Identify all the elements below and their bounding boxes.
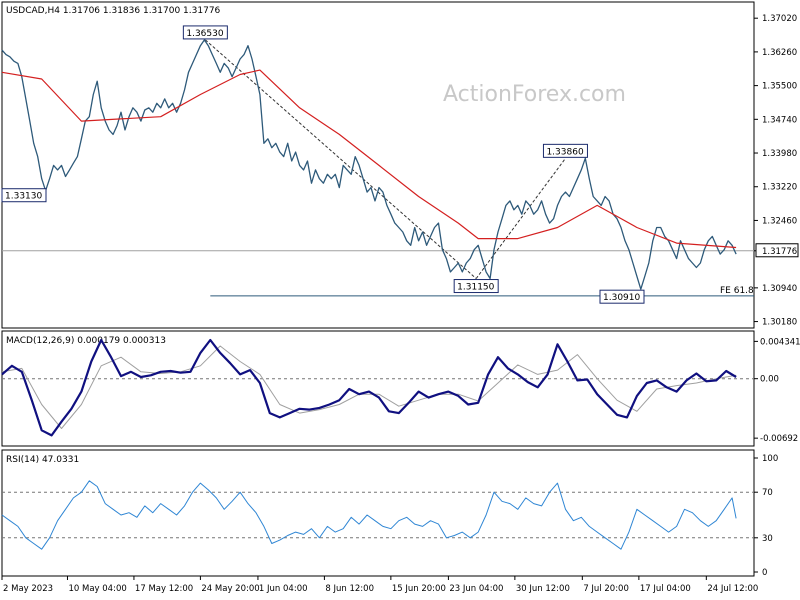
- xtick-label-8: 30 Jun 12:00: [516, 584, 570, 594]
- macd-ytick-label-2: -0.00692: [760, 434, 798, 444]
- xtick-label-4: 1 Jun 04:00: [259, 584, 308, 594]
- price-ytick-label-0: 1.37020: [762, 14, 797, 24]
- xtick-label-10: 17 Jul 04:00: [640, 584, 691, 594]
- annotation-label-4: 1.30910: [603, 293, 640, 303]
- price-ytick-label-8: 1.30940: [762, 284, 797, 294]
- annotation-label-2: 1.33860: [546, 147, 583, 157]
- symbol-title: USDCAD,H4 1.31706 1.31836 1.31700 1.3177…: [6, 6, 221, 16]
- xtick-label-3: 24 May 20:00: [201, 584, 259, 594]
- macd-ytick-label-0: 0.004341: [760, 337, 800, 347]
- xtick-label-11: 24 Jul 12:00: [707, 584, 758, 594]
- xtick-label-2: 17 May 12:00: [135, 584, 193, 594]
- annotation-label-3: 1.31150: [457, 283, 494, 293]
- xtick-label-0: 2 May 2023: [3, 584, 53, 594]
- xtick-label-9: 7 Jul 20:00: [583, 584, 629, 594]
- macd-ytick-label-1: 0.00: [760, 375, 779, 385]
- macd-title: MACD(12,26,9) 0.000179 0.000313: [6, 336, 166, 346]
- price-ytick-label-2: 1.35500: [762, 82, 797, 92]
- rsi-title: RSI(14) 47.0331: [6, 455, 79, 465]
- rsi-ytick-label-3: 0: [762, 568, 767, 578]
- xtick-label-5: 8 Jun 12:00: [325, 584, 374, 594]
- price-ytick-label-6: 1.32460: [762, 216, 797, 226]
- fe-label: FE 61.8: [720, 286, 754, 296]
- price-ytick-label-3: 1.34740: [762, 115, 797, 125]
- xtick-label-6: 15 Jun 20:00: [392, 584, 446, 594]
- rsi-ytick-label-0: 100: [762, 454, 778, 464]
- price-ytick-label-5: 1.33220: [762, 183, 797, 193]
- price-ytick-label-9: 1.30180: [762, 318, 797, 328]
- xtick-label-7: 23 Jun 04:00: [449, 584, 503, 594]
- price-ytick-label-4: 1.33980: [762, 149, 797, 159]
- annotation-label-0: 1.36530: [186, 29, 223, 39]
- x-axis: 2 May 2023 10 May 04:00 17 May 12:00 24 May…: [1, 576, 758, 594]
- rsi-ytick-label-2: 30: [762, 534, 773, 544]
- watermark: ActionForex.com: [443, 82, 626, 107]
- price-ytick-label-1: 1.36260: [762, 48, 797, 58]
- price-ytick-label-7: 1.31776: [762, 247, 797, 257]
- rsi-ytick-label-1: 70: [762, 488, 773, 498]
- xtick-label-1: 10 May 04:00: [68, 584, 126, 594]
- annotation-label-1: 1.33130: [5, 192, 42, 202]
- forex-chart: ActionForex.com USDCAD,H4 1.31706 1.3183…: [1, 1, 800, 594]
